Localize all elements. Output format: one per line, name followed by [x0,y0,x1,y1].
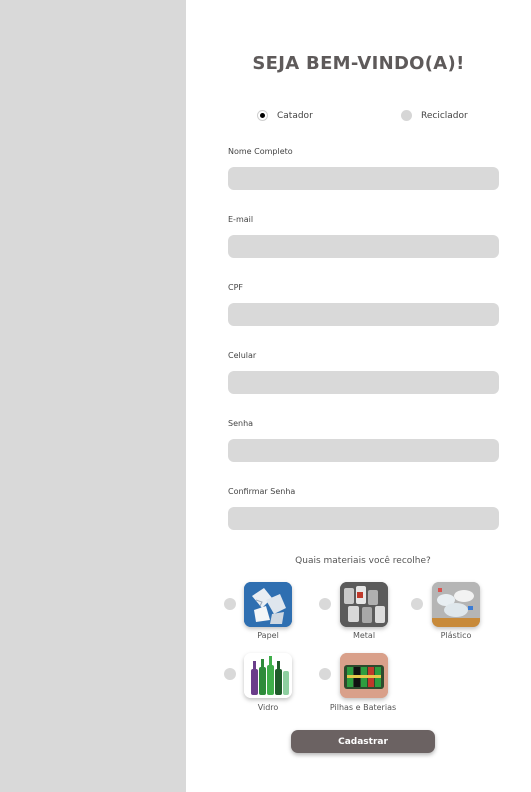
material-label-pilhas: Pilhas e Baterias [329,703,397,712]
materials-question: Quais materiais você recolhe? [295,556,431,566]
material-label-plastico: Plástico [440,631,472,640]
material-label-metal: Metal [352,631,376,640]
user-type-label: Reciclador [421,110,468,121]
email-label: E-mail [228,215,254,224]
email-input[interactable] [228,235,499,258]
phone-label: Celular [228,351,257,360]
batteries-icon [340,653,388,698]
glass-bottles-icon [244,653,292,698]
metal-cans-icon [340,582,388,627]
phone-input[interactable] [228,371,499,394]
material-label-vidro: Vidro [257,703,279,712]
cpf-label: CPF [228,283,244,292]
left-side-panel [0,0,186,792]
paper-icon [244,582,292,627]
radio-reciclador[interactable] [401,110,412,121]
radio-vidro[interactable] [224,668,236,680]
user-type-reciclador[interactable]: Reciclador [401,110,468,121]
password-input[interactable] [228,439,499,462]
full-name-label: Nome Completo [228,147,293,156]
cpf-input[interactable] [228,303,499,326]
material-label-papel: Papel [257,631,279,640]
signup-form: SEJA BEM-VINDO(A)! Catador Reciclador No… [186,0,531,792]
page-title: SEJA BEM-VINDO(A)! [252,53,465,74]
confirm-password-input[interactable] [228,507,499,530]
confirm-password-label: Confirmar Senha [228,487,296,496]
submit-button[interactable]: Cadastrar [291,730,435,753]
user-type-catador[interactable]: Catador [257,110,313,121]
user-type-label: Catador [277,110,313,121]
plastic-bottles-icon [432,582,480,627]
password-label: Senha [228,419,254,428]
radio-metal[interactable] [319,598,331,610]
full-name-input[interactable] [228,167,499,190]
radio-papel[interactable] [224,598,236,610]
radio-catador[interactable] [257,110,268,121]
radio-plastico[interactable] [411,598,423,610]
radio-pilhas[interactable] [319,668,331,680]
